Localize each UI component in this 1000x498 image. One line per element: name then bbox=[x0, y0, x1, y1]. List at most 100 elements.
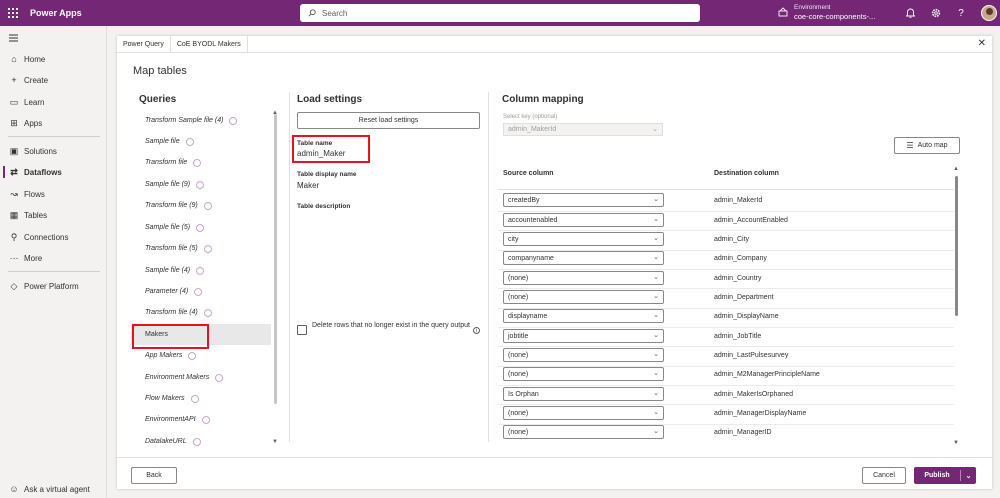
nav-item-flows[interactable]: ↝ Flows bbox=[0, 184, 107, 204]
status-circle-icon bbox=[194, 287, 203, 296]
nav-divider bbox=[8, 271, 100, 272]
status-circle-icon bbox=[190, 394, 199, 403]
app-launcher-icon[interactable] bbox=[0, 0, 26, 26]
source-column-dropdown[interactable]: createdBy ⌄ bbox=[503, 193, 664, 207]
status-circle-icon bbox=[201, 415, 210, 424]
nav-item-apps[interactable]: ⊞ Apps bbox=[0, 113, 107, 133]
scroll-down-icon[interactable]: ▼ bbox=[953, 440, 959, 446]
row-divider bbox=[498, 211, 954, 212]
bell-icon[interactable] bbox=[904, 7, 916, 19]
help-icon[interactable]: ? bbox=[955, 7, 967, 19]
query-item[interactable]: DatalakeURL bbox=[131, 431, 271, 452]
query-item[interactable]: Transform file (4) bbox=[131, 302, 271, 323]
table-icon: ▦ bbox=[9, 209, 19, 220]
query-item[interactable]: Transform file (9) bbox=[131, 195, 271, 216]
query-item[interactable]: Environment Makers bbox=[131, 367, 271, 388]
destination-column: admin_AccountEnabled bbox=[714, 217, 788, 224]
destination-column: admin_Company bbox=[714, 255, 767, 262]
source-column-dropdown[interactable]: (none) ⌄ bbox=[503, 367, 664, 381]
header-divider bbox=[498, 189, 954, 190]
status-circle-icon bbox=[196, 180, 205, 189]
app-title[interactable]: Power Apps bbox=[30, 8, 82, 18]
source-column-dropdown[interactable]: city ⌄ bbox=[503, 232, 664, 246]
status-circle-icon bbox=[229, 116, 238, 125]
select-key-dropdown: admin_MakerId ⌄ bbox=[503, 123, 663, 136]
search-input[interactable]: Search bbox=[300, 4, 700, 22]
destination-column: admin_ManagerDisplayName bbox=[714, 410, 807, 417]
highlight-box bbox=[292, 135, 370, 163]
cancel-button[interactable]: Cancel bbox=[862, 467, 906, 484]
publish-button[interactable]: Publish ⌄ bbox=[914, 467, 976, 484]
scroll-up-icon[interactable]: ▲ bbox=[953, 166, 959, 172]
nav-item-more[interactable]: ··· More bbox=[0, 248, 107, 268]
query-item[interactable]: Transform Sample file (4) bbox=[131, 110, 271, 131]
scroll-down-icon[interactable]: ▼ bbox=[272, 439, 278, 445]
query-item[interactable]: EnvironmentAPI bbox=[131, 409, 271, 430]
source-column-header: Source column bbox=[503, 170, 554, 177]
mapping-scrollbar[interactable] bbox=[955, 176, 958, 316]
query-item[interactable]: Sample file bbox=[131, 131, 271, 152]
close-icon[interactable]: ✕ bbox=[978, 38, 986, 49]
hamburger-icon[interactable] bbox=[0, 28, 107, 48]
nav-item-tables[interactable]: ▦ Tables bbox=[0, 205, 107, 225]
delete-rows-checkbox[interactable] bbox=[297, 325, 307, 335]
power-platform-icon: ◇ bbox=[10, 280, 18, 291]
status-circle-icon bbox=[192, 437, 201, 446]
nav-item-virtual-agent[interactable]: ☺ Ask a virtual agent bbox=[0, 479, 107, 498]
reset-load-settings-button[interactable]: Reset load settings bbox=[297, 112, 480, 129]
query-item[interactable]: Sample file (5) bbox=[131, 217, 271, 238]
status-circle-icon bbox=[193, 158, 202, 167]
query-item[interactable]: Sample file (4) bbox=[131, 260, 271, 281]
delete-rows-label: Delete rows that no longer exist in the … bbox=[312, 322, 470, 329]
nav-divider bbox=[8, 136, 100, 137]
row-divider bbox=[498, 346, 954, 347]
destination-column-header: Destination column bbox=[714, 170, 779, 177]
table-display-name-field[interactable]: Maker bbox=[297, 181, 319, 190]
nav-item-learn[interactable]: ▭ Learn bbox=[0, 92, 107, 112]
avatar[interactable] bbox=[981, 5, 997, 21]
source-column-dropdown[interactable]: (none) ⌄ bbox=[503, 271, 664, 285]
dialog-tab-bar: Power Query CoE BYODL Makers ✕ bbox=[117, 35, 992, 53]
source-column-dropdown[interactable]: (none) ⌄ bbox=[503, 290, 664, 304]
query-item[interactable]: Flow Makers bbox=[131, 388, 271, 409]
tab-dataflow-name[interactable]: CoE BYODL Makers bbox=[171, 35, 248, 53]
environment-picker[interactable]: Environment coe-core-components-... bbox=[778, 3, 875, 21]
source-column-dropdown[interactable]: Is Orphan ⌄ bbox=[503, 387, 664, 401]
nav-item-home[interactable]: ⌂ Home bbox=[0, 49, 107, 69]
query-item[interactable]: Transform file (5) bbox=[131, 238, 271, 259]
source-column-dropdown[interactable]: displayname ⌄ bbox=[503, 309, 664, 323]
back-button[interactable]: Back bbox=[131, 467, 177, 484]
auto-map-button[interactable]: ☰ Auto map bbox=[894, 137, 960, 154]
source-column-dropdown[interactable]: companyname ⌄ bbox=[503, 251, 664, 265]
query-item[interactable]: Sample file (9) bbox=[131, 174, 271, 195]
nav-item-power-platform[interactable]: ◇ Power Platform bbox=[0, 276, 107, 296]
nav-item-create[interactable]: + Create bbox=[0, 70, 107, 90]
query-item[interactable]: Parameter (4) bbox=[131, 281, 271, 302]
source-column-dropdown[interactable]: (none) ⌄ bbox=[503, 425, 664, 439]
info-icon[interactable]: i bbox=[473, 327, 480, 334]
queries-scrollbar[interactable] bbox=[274, 114, 277, 404]
destination-column: admin_DisplayName bbox=[714, 313, 779, 320]
nav-item-dataflows[interactable]: ⇄ Dataflows bbox=[0, 162, 107, 182]
source-column-dropdown[interactable]: accountenabled ⌄ bbox=[503, 213, 664, 227]
source-column-dropdown[interactable]: jobtitle ⌄ bbox=[503, 329, 664, 343]
dialog-title: Map tables bbox=[133, 65, 187, 77]
gear-icon[interactable] bbox=[930, 7, 942, 19]
status-circle-icon bbox=[196, 223, 205, 232]
status-circle-icon bbox=[188, 351, 197, 360]
source-column-dropdown[interactable]: (none) ⌄ bbox=[503, 348, 664, 362]
destination-column: admin_Department bbox=[714, 294, 774, 301]
more-icon: ··· bbox=[9, 253, 19, 263]
chevron-down-icon: ⌄ bbox=[653, 293, 659, 300]
nav-item-connections[interactable]: ⚲ Connections bbox=[0, 227, 107, 247]
status-circle-icon bbox=[196, 266, 205, 275]
query-item[interactable]: Transform file bbox=[131, 152, 271, 173]
apps-icon: ⊞ bbox=[10, 117, 18, 128]
nav-item-solutions[interactable]: ▣ Solutions bbox=[0, 141, 107, 161]
chevron-down-icon[interactable]: ⌄ bbox=[961, 472, 976, 480]
home-icon: ⌂ bbox=[11, 54, 17, 64]
source-column-dropdown[interactable]: (none) ⌄ bbox=[503, 406, 664, 420]
tab-power-query[interactable]: Power Query bbox=[117, 35, 171, 53]
destination-column: admin_LastPulsesurvey bbox=[714, 352, 789, 359]
destination-column: admin_Country bbox=[714, 275, 762, 282]
